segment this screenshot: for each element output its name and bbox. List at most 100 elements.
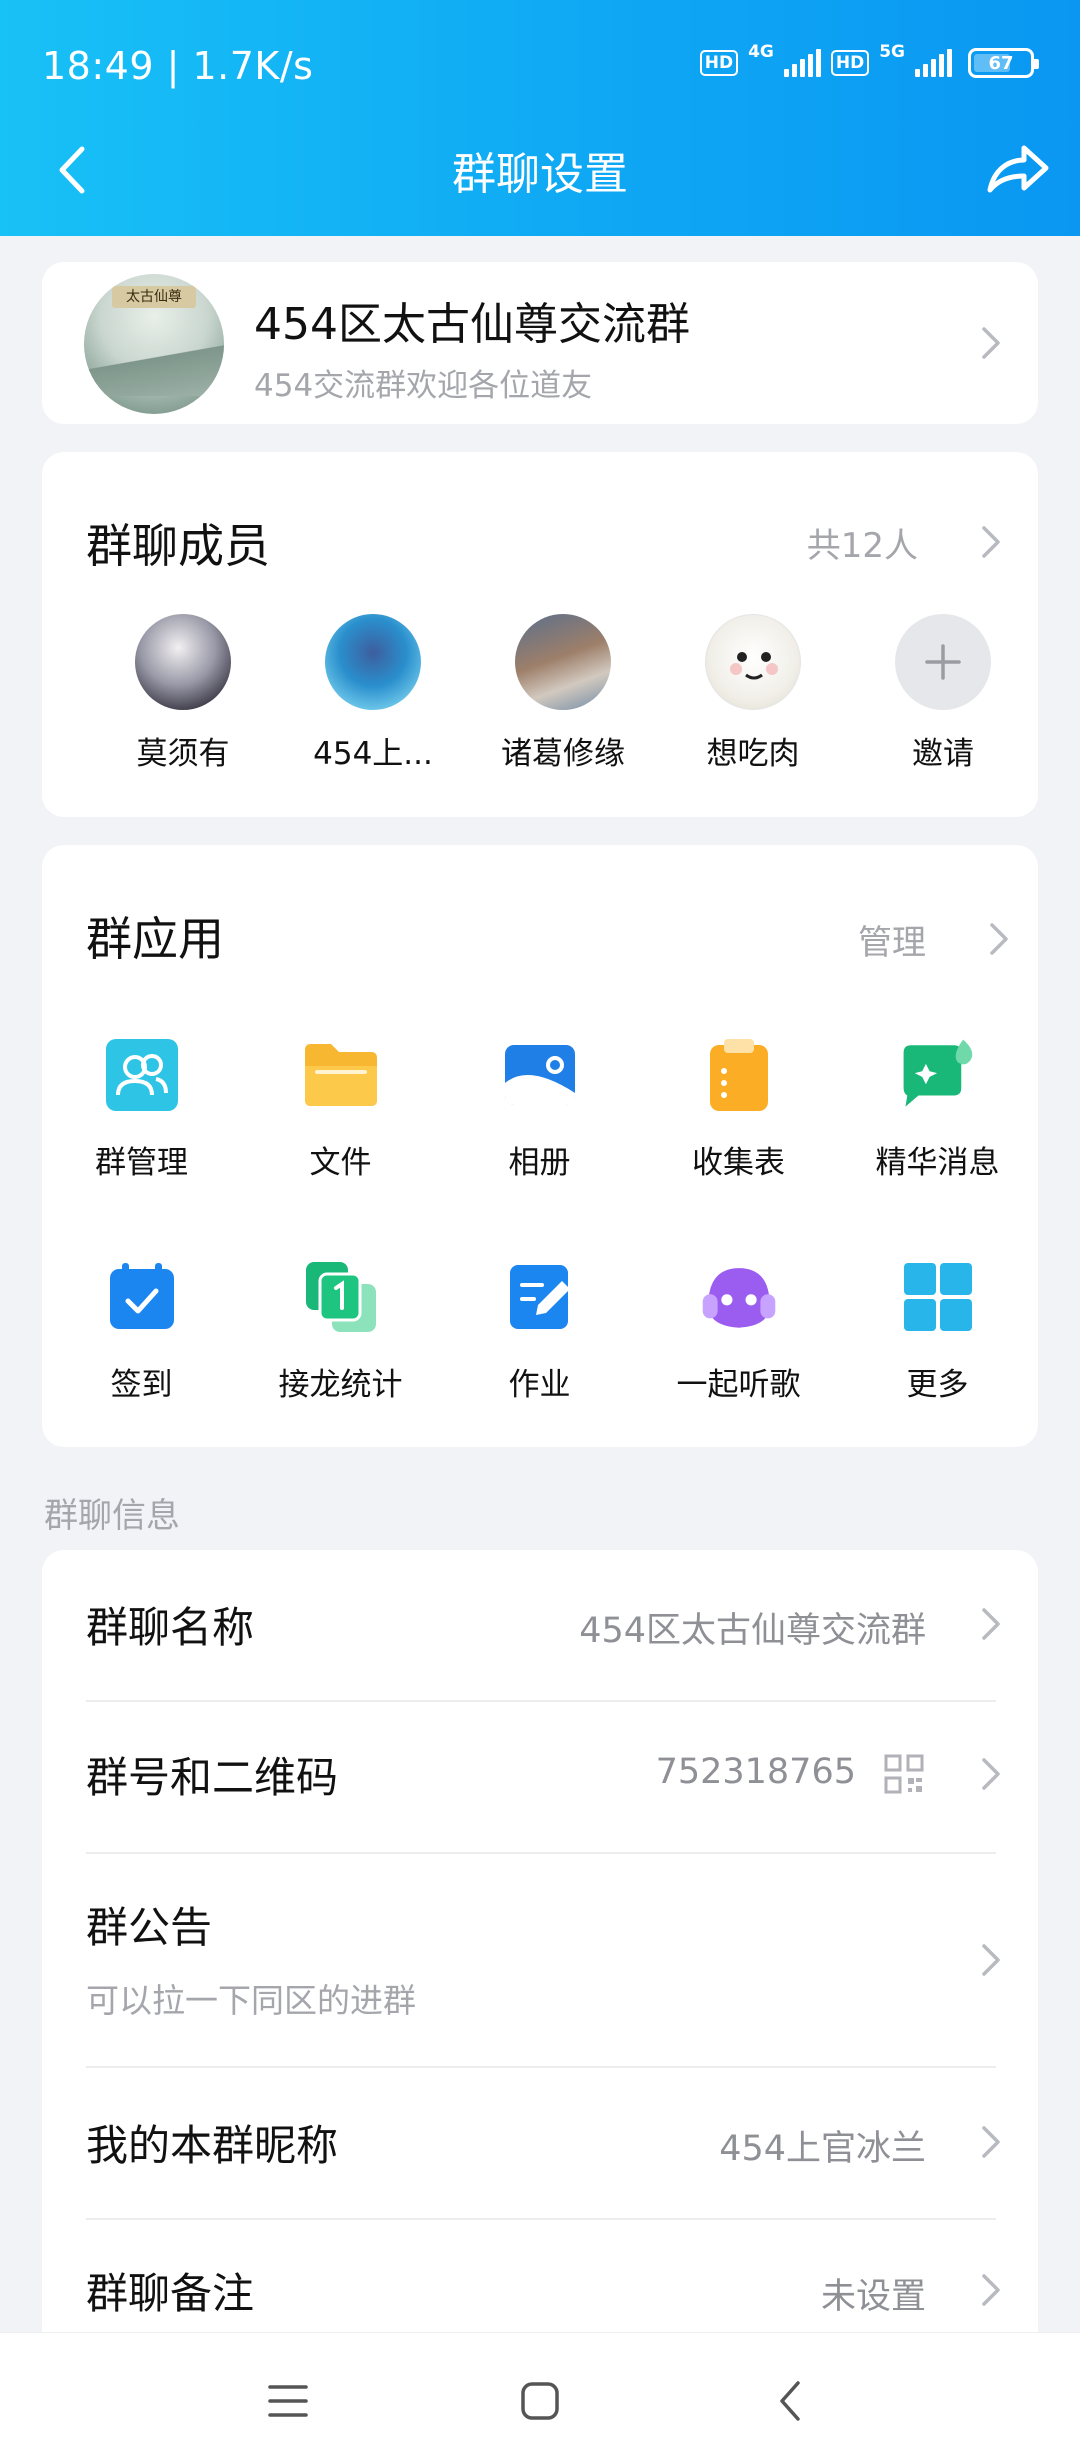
app-checkin[interactable]: 签到 <box>42 1257 241 1479</box>
app-label: 群管理 <box>95 1145 188 1181</box>
app-label: 一起听歌 <box>676 1367 801 1403</box>
app-label: 文件 <box>309 1145 372 1181</box>
members-card: 群聊成员 共12人 莫须有 454上... 诸葛修缘 想吃肉 邀请 <box>42 452 1038 817</box>
share-icon[interactable] <box>982 134 1052 204</box>
header-bar: 18:49 | 1.7K/s HD 4G HD 5G 67 群聊设置 <box>0 0 1080 236</box>
chevron-right-icon[interactable] <box>988 921 1010 957</box>
notice-label: 群公告 <box>86 1903 213 1952</box>
more-grid-icon <box>898 1257 978 1337</box>
chevron-right-icon <box>980 2124 1002 2160</box>
group-description: 454交流群欢迎各位道友 <box>254 368 593 404</box>
chevron-right-icon <box>980 1756 1002 1792</box>
battery-level: 67 <box>988 52 1014 74</box>
app-label: 更多 <box>906 1367 969 1403</box>
group-info-card: 群聊名称 454区太古仙尊交流群 群号和二维码 752318765 群公告 可以… <box>42 1550 1038 2350</box>
chevron-right-icon <box>980 325 1002 361</box>
row-group-notice[interactable]: 群公告 可以拉一下同区的进群 <box>42 1854 1038 2066</box>
member-item[interactable]: 诸葛修缘 <box>468 614 658 773</box>
manage-link[interactable]: 管理 <box>858 915 926 964</box>
app-group-manage[interactable]: 群管理 <box>42 1035 241 1257</box>
hd-badge: HD <box>699 50 739 76</box>
group-avatar: 太古仙尊 <box>84 274 224 414</box>
member-name: 454上... <box>313 736 433 772</box>
group-name: 454区太古仙尊交流群 <box>254 299 690 350</box>
member-name: 莫须有 <box>136 736 230 772</box>
member-item[interactable]: 想吃肉 <box>658 614 848 773</box>
chevron-right-icon[interactable] <box>980 524 1002 560</box>
nickname-value: 454上官冰兰 <box>719 2129 926 2169</box>
featured-message-icon <box>898 1035 978 1115</box>
app-label: 收集表 <box>692 1145 785 1181</box>
nickname-label: 我的本群昵称 <box>86 2121 339 2170</box>
status-time: 18:49 | 1.7K/s <box>42 44 314 88</box>
app-grid: 群管理 文件 相册 收集表 精华消息 签到 接龙统计 作业 一起听歌 更多 <box>42 1035 1038 1479</box>
group-name-label: 群聊名称 <box>86 1603 255 1652</box>
app-featured-messages[interactable]: 精华消息 <box>838 1035 1037 1257</box>
menu-icon[interactable] <box>258 2371 318 2431</box>
app-listen-together[interactable]: 一起听歌 <box>639 1257 838 1479</box>
signal-icon <box>915 49 952 77</box>
member-list: 莫须有 454上... 诸葛修缘 想吃肉 邀请 <box>42 614 1038 773</box>
album-icon <box>500 1035 580 1115</box>
chevron-right-icon <box>980 2272 1002 2308</box>
group-profile-card[interactable]: 太古仙尊 454区太古仙尊交流群 454交流群欢迎各位道友 <box>42 262 1038 424</box>
avatar <box>515 614 611 710</box>
avatar <box>705 614 801 710</box>
members-title: 群聊成员 <box>86 519 270 573</box>
plus-icon <box>895 614 991 710</box>
member-item[interactable]: 莫须有 <box>88 614 278 773</box>
group-apps-card: 群应用 管理 群管理 文件 相册 收集表 精华消息 签到 接龙统计 作业 一起听… <box>42 845 1038 1447</box>
member-name: 想吃肉 <box>706 736 800 772</box>
chevron-right-icon <box>980 1606 1002 1642</box>
avatar <box>325 614 421 710</box>
app-album[interactable]: 相册 <box>440 1035 639 1257</box>
app-label: 精华消息 <box>875 1145 1000 1181</box>
invite-label: 邀请 <box>912 736 974 772</box>
clipboard-icon <box>699 1035 779 1115</box>
group-number-value: 752318765 <box>655 1752 856 1792</box>
network-type: 4G <box>748 42 774 62</box>
hd-badge: HD <box>830 50 870 76</box>
nav-back-icon[interactable] <box>760 2371 820 2431</box>
member-count[interactable]: 共12人 <box>807 518 918 567</box>
calendar-check-icon <box>102 1257 182 1337</box>
invite-button[interactable]: 邀请 <box>848 614 1038 773</box>
member-name: 诸葛修缘 <box>501 736 625 772</box>
row-my-nickname[interactable]: 我的本群昵称 454上官冰兰 <box>42 2068 1038 2218</box>
app-homework[interactable]: 作业 <box>440 1257 639 1479</box>
app-more[interactable]: 更多 <box>838 1257 1037 1479</box>
member-item[interactable]: 454上... <box>278 614 468 773</box>
notice-preview: 可以拉一下同区的进群 <box>86 1981 416 2020</box>
info-section-heading: 群聊信息 <box>44 1496 180 1536</box>
app-files[interactable]: 文件 <box>241 1035 440 1257</box>
chevron-right-icon <box>980 1942 1002 1978</box>
app-label: 签到 <box>110 1367 173 1403</box>
status-indicators: HD 4G HD 5G 67 <box>699 42 1039 78</box>
listen-music-icon <box>699 1257 779 1337</box>
app-label: 接龙统计 <box>278 1367 403 1403</box>
signal-icon <box>783 49 821 77</box>
battery-icon: 67 <box>968 48 1039 78</box>
avatar <box>135 614 231 710</box>
app-label: 作业 <box>508 1367 571 1403</box>
row-group-remark[interactable]: 群聊备注 未设置 <box>42 2220 1038 2350</box>
avatar-banner: 太古仙尊 <box>112 286 196 308</box>
homework-icon <box>500 1257 580 1337</box>
row-group-name[interactable]: 群聊名称 454区太古仙尊交流群 <box>42 1550 1038 1700</box>
remark-value: 未设置 <box>820 2277 926 2317</box>
relay-count-icon <box>301 1257 381 1337</box>
system-nav-bar <box>0 2332 1080 2460</box>
app-collect-form[interactable]: 收集表 <box>639 1035 838 1257</box>
app-relay-stats[interactable]: 接龙统计 <box>241 1257 440 1479</box>
qr-code-icon[interactable] <box>884 1754 924 1794</box>
page-title: 群聊设置 <box>452 149 628 200</box>
group-number-label: 群号和二维码 <box>86 1753 339 1802</box>
row-group-number[interactable]: 群号和二维码 752318765 <box>42 1702 1038 1852</box>
home-icon[interactable] <box>510 2371 570 2431</box>
apps-title: 群应用 <box>86 912 224 966</box>
folder-icon <box>301 1035 381 1115</box>
network-type: 5G <box>879 42 905 62</box>
group-manage-icon <box>102 1035 182 1115</box>
remark-label: 群聊备注 <box>86 2269 255 2318</box>
app-label: 相册 <box>508 1145 571 1181</box>
